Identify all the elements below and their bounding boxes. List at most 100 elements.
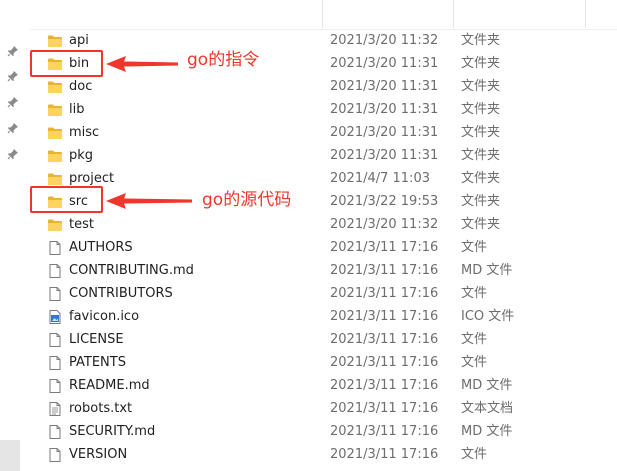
file-name: README.md — [69, 378, 150, 393]
file-modified-date: 2021/3/20 11:31 — [330, 56, 439, 71]
column-divider[interactable] — [322, 0, 323, 28]
file-name: CONTRIBUTORS — [69, 286, 173, 301]
navigation-selected-item[interactable] — [0, 440, 20, 471]
file-row-contributors[interactable]: CONTRIBUTORS 2021/3/11 17:16 文件 — [30, 283, 617, 306]
file-row-lib[interactable]: lib 2021/3/20 11:31 文件夹 — [30, 99, 617, 122]
file-row-license[interactable]: LICENSE 2021/3/11 17:16 文件 — [30, 329, 617, 352]
file-type: MD 文件 — [461, 263, 513, 278]
file-row-readme-md[interactable]: README.md 2021/3/11 17:16 MD 文件 — [30, 375, 617, 398]
file-name: AUTHORS — [69, 240, 133, 255]
file-name: test — [69, 217, 94, 232]
file-name: misc — [69, 125, 100, 140]
file-row-project[interactable]: project 2021/4/7 11:03 文件夹 — [30, 168, 617, 191]
file-modified-date: 2021/3/11 17:16 — [330, 332, 439, 347]
file-name: LICENSE — [69, 332, 124, 347]
file-type: MD 文件 — [461, 424, 513, 439]
file-name: robots.txt — [69, 401, 133, 416]
column-divider[interactable] — [585, 0, 586, 28]
folder-icon — [48, 35, 62, 47]
file-modified-date: 2021/3/11 17:16 — [330, 355, 439, 370]
document-icon — [49, 333, 61, 347]
file-row-security-md[interactable]: SECURITY.md 2021/3/11 17:16 MD 文件 — [30, 421, 617, 444]
file-modified-date: 2021/3/11 17:16 — [330, 378, 439, 393]
file-type: 文件 — [461, 332, 488, 347]
folder-icon — [48, 173, 62, 185]
file-row-pkg[interactable]: pkg 2021/3/20 11:31 文件夹 — [30, 145, 617, 168]
pin-icon[interactable] — [7, 148, 19, 160]
file-type: 文本文档 — [461, 401, 514, 416]
file-row-version[interactable]: VERSION 2021/3/11 17:16 文件 — [30, 444, 617, 467]
file-modified-date: 2021/3/11 17:16 — [330, 263, 439, 278]
file-row-api[interactable]: api 2021/3/20 11:32 文件夹 — [30, 30, 617, 53]
file-type: 文件夹 — [461, 194, 501, 209]
file-name: favicon.ico — [69, 309, 140, 324]
file-modified-date: 2021/3/11 17:16 — [330, 424, 439, 439]
file-name: api — [69, 33, 89, 48]
file-type: 文件 — [461, 355, 488, 370]
folder-icon — [48, 81, 62, 93]
pin-icon[interactable] — [7, 96, 19, 108]
file-name: VERSION — [69, 447, 128, 462]
file-type: 文件夹 — [461, 79, 501, 94]
image-icon — [49, 310, 61, 324]
file-modified-date: 2021/3/11 17:16 — [330, 286, 439, 301]
file-type: ICO 文件 — [461, 309, 515, 324]
pin-icon[interactable] — [7, 70, 19, 82]
file-name: SECURITY.md — [69, 424, 156, 439]
document-icon — [49, 356, 61, 370]
file-modified-date: 2021/3/20 11:32 — [330, 33, 439, 48]
file-modified-date: 2021/3/20 11:31 — [330, 102, 439, 117]
file-row-doc[interactable]: doc 2021/3/20 11:31 文件夹 — [30, 76, 617, 99]
file-modified-date: 2021/3/11 17:16 — [330, 240, 439, 255]
file-modified-date: 2021/3/20 11:31 — [330, 79, 439, 94]
file-type: 文件夹 — [461, 217, 501, 232]
navigation-pane — [0, 0, 26, 471]
bin-highlight-box — [30, 50, 103, 77]
src-arrow — [106, 193, 192, 209]
file-type: MD 文件 — [461, 378, 513, 393]
document-icon — [49, 448, 61, 462]
bin-arrow — [106, 56, 178, 72]
file-modified-date: 2021/3/20 11:32 — [330, 217, 439, 232]
file-row-authors[interactable]: AUTHORS 2021/3/11 17:16 文件 — [30, 237, 617, 260]
file-row-misc[interactable]: misc 2021/3/20 11:31 文件夹 — [30, 122, 617, 145]
file-row-favicon-ico[interactable]: favicon.ico 2021/3/11 17:16 ICO 文件 — [30, 306, 617, 329]
file-modified-date: 2021/4/7 11:03 — [330, 171, 430, 186]
file-modified-date: 2021/3/11 17:16 — [330, 401, 439, 416]
file-type: 文件夹 — [461, 33, 501, 48]
text-document-icon — [49, 402, 61, 416]
document-icon — [49, 264, 61, 278]
document-icon — [49, 241, 61, 255]
src-annotation: go的源代码 — [202, 190, 292, 210]
file-name: CONTRIBUTING.md — [69, 263, 194, 278]
column-divider[interactable] — [453, 0, 454, 28]
file-name: lib — [69, 102, 85, 117]
file-modified-date: 2021/3/11 17:16 — [330, 447, 439, 462]
pin-icon[interactable] — [7, 45, 19, 57]
src-highlight-box — [30, 186, 103, 213]
file-modified-date: 2021/3/22 19:53 — [330, 194, 439, 209]
file-type: 文件 — [461, 447, 488, 462]
file-name: project — [69, 171, 115, 186]
file-row-robots-txt[interactable]: robots.txt 2021/3/11 17:16 文本文档 — [30, 398, 617, 421]
folder-icon — [48, 219, 62, 231]
file-row-contributing-md[interactable]: CONTRIBUTING.md 2021/3/11 17:16 MD 文件 — [30, 260, 617, 283]
file-name: PATENTS — [69, 355, 126, 370]
pin-icon[interactable] — [7, 122, 19, 134]
document-icon — [49, 287, 61, 301]
file-type: 文件 — [461, 240, 488, 255]
folder-icon — [48, 127, 62, 139]
file-type: 文件夹 — [461, 171, 501, 186]
file-type: 文件夹 — [461, 148, 501, 163]
file-type: 文件夹 — [461, 56, 501, 71]
folder-icon — [48, 150, 62, 162]
file-modified-date: 2021/3/20 11:31 — [330, 148, 439, 163]
document-icon — [49, 425, 61, 439]
file-row-test[interactable]: test 2021/3/20 11:32 文件夹 — [30, 214, 617, 237]
file-name: pkg — [69, 148, 94, 163]
file-modified-date: 2021/3/11 17:16 — [330, 309, 439, 324]
document-icon — [49, 379, 61, 393]
file-type: 文件夹 — [461, 125, 501, 140]
folder-icon — [48, 104, 62, 116]
file-row-patents[interactable]: PATENTS 2021/3/11 17:16 文件 — [30, 352, 617, 375]
